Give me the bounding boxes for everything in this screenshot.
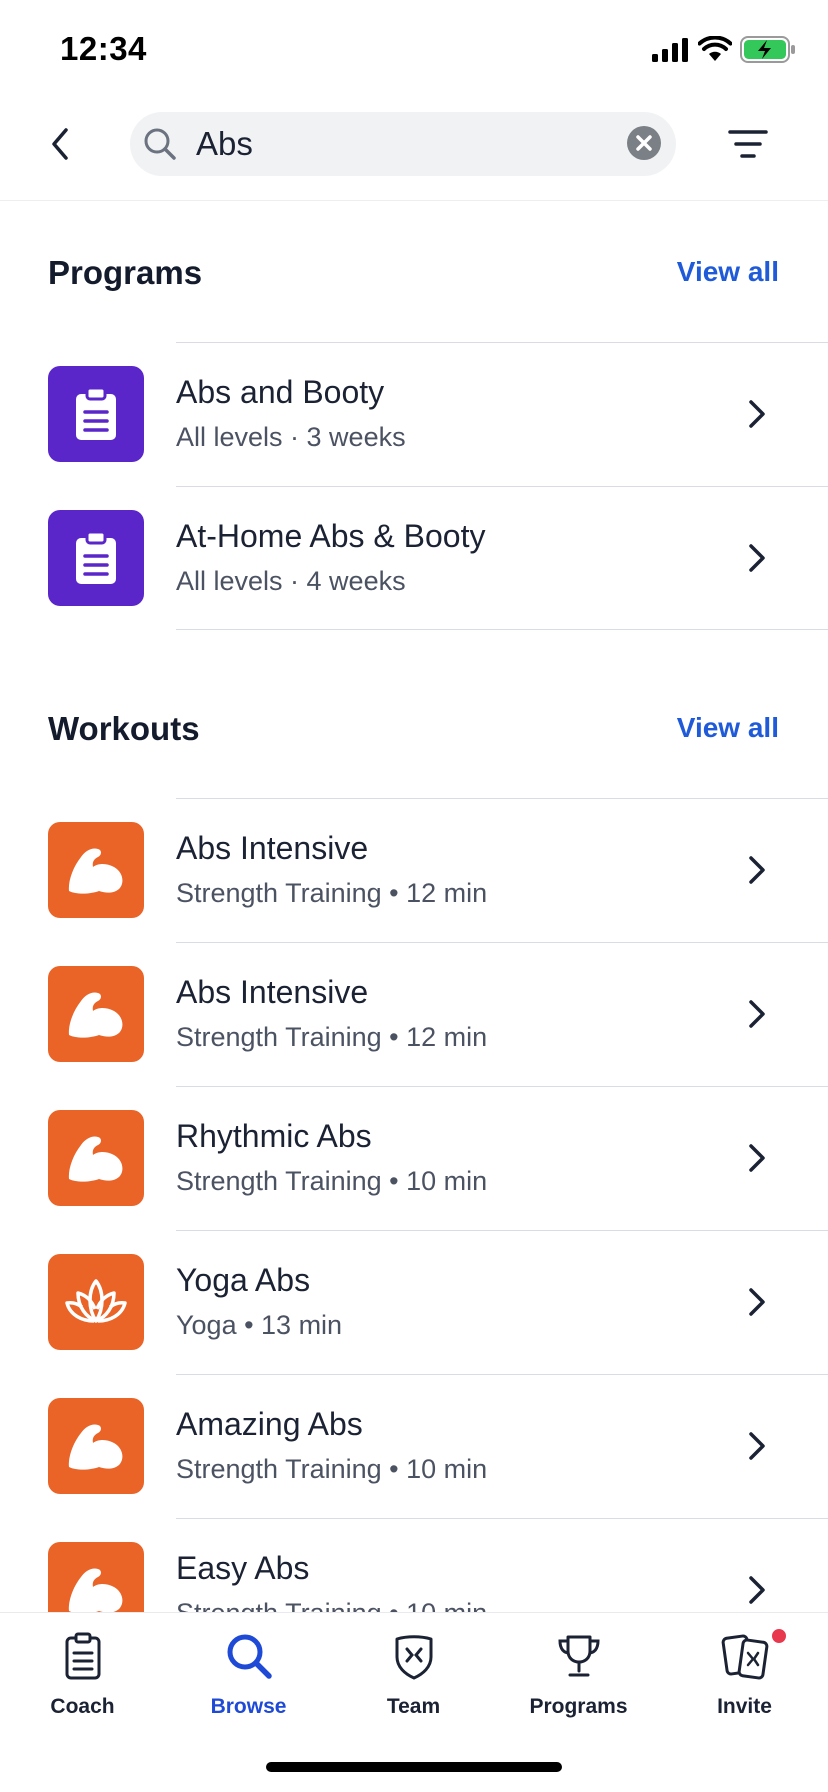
back-button[interactable] — [42, 122, 82, 166]
workouts-section-header: Workouts View all — [0, 700, 828, 760]
tab-programs[interactable]: Programs — [496, 1613, 661, 1733]
muscle-icon — [68, 1136, 123, 1182]
list-item[interactable]: Abs and Booty All levels · 3 weeks — [0, 342, 828, 486]
list-item[interactable]: Rhythmic Abs Strength Training • 10 min — [0, 1086, 828, 1230]
programs-list: Abs and Booty All levels · 3 weeks At-Ho… — [0, 342, 828, 630]
tab-label: Coach — [50, 1695, 115, 1718]
tab-invite[interactable]: Invite — [662, 1613, 827, 1733]
chevron-right-icon — [749, 544, 765, 572]
workouts-view-all-link[interactable]: View all — [677, 712, 779, 744]
workout-subtitle: Strength Training • 10 min — [176, 1166, 488, 1196]
chevron-right-icon — [749, 1000, 765, 1028]
cellular-signal-icon — [652, 38, 688, 62]
home-indicator — [266, 1762, 562, 1772]
workouts-title: Workouts — [48, 710, 200, 747]
chevron-right-icon — [749, 856, 765, 884]
tab-team[interactable]: Team — [331, 1613, 496, 1733]
chevron-right-icon — [749, 1576, 765, 1604]
workout-subtitle: Strength Training • 12 min — [176, 878, 488, 908]
tab-label: Invite — [717, 1695, 772, 1718]
tab-browse[interactable]: Browse — [166, 1613, 331, 1733]
search-input[interactable]: Abs — [130, 112, 676, 176]
program-title: Abs and Booty — [176, 374, 385, 410]
chevron-right-icon — [749, 1432, 765, 1460]
program-thumbnail — [48, 366, 144, 462]
list-item[interactable]: Abs Intensive Strength Training • 12 min — [0, 942, 828, 1086]
workout-title: Abs Intensive — [176, 974, 369, 1010]
tab-label: Browse — [210, 1695, 287, 1718]
workout-title: Easy Abs — [176, 1550, 310, 1586]
list-item[interactable]: Abs Intensive Strength Training • 12 min — [0, 798, 828, 942]
program-title: At-Home Abs & Booty — [176, 518, 486, 554]
search-header: Abs — [0, 100, 828, 201]
chevron-right-icon — [749, 1288, 765, 1316]
list-item[interactable]: Amazing Abs Strength Training • 10 min — [0, 1374, 828, 1518]
search-icon — [144, 128, 176, 160]
notification-badge — [770, 1627, 788, 1645]
search-icon — [227, 1634, 272, 1679]
workout-thumbnail — [48, 1398, 144, 1494]
lotus-icon — [65, 1279, 127, 1323]
muscle-icon — [68, 848, 123, 894]
tab-label: Programs — [529, 1695, 628, 1718]
muscle-icon — [68, 1424, 123, 1470]
program-subtitle: All levels · 3 weeks — [176, 422, 406, 452]
status-bar: 12:34 — [0, 0, 828, 100]
workout-title: Abs Intensive — [176, 830, 369, 866]
workout-title: Amazing Abs — [176, 1406, 363, 1442]
workout-thumbnail — [48, 822, 144, 918]
chevron-right-icon — [749, 400, 765, 428]
workout-subtitle: Strength Training • 12 min — [176, 1022, 488, 1052]
workout-thumbnail — [48, 966, 144, 1062]
status-time: 12:34 — [60, 30, 147, 67]
clipboard-icon — [76, 386, 116, 440]
program-subtitle: All levels · 4 weeks — [176, 566, 406, 596]
list-item[interactable]: At-Home Abs & Booty All levels · 4 weeks — [0, 486, 828, 630]
clear-search-button[interactable] — [627, 126, 661, 160]
workouts-list: Abs Intensive Strength Training • 12 min… — [0, 798, 828, 1662]
muscle-icon — [68, 992, 123, 1038]
trophy-icon — [557, 1635, 600, 1677]
shield-icon — [395, 1635, 432, 1680]
programs-section-header: Programs View all — [0, 244, 828, 304]
invite-phones-icon — [721, 1634, 768, 1680]
workout-subtitle: Yoga • 13 min — [176, 1310, 343, 1340]
program-thumbnail — [48, 510, 144, 606]
clipboard-icon — [65, 1632, 100, 1680]
workout-thumbnail — [48, 1254, 144, 1350]
programs-title: Programs — [48, 254, 203, 291]
workout-thumbnail — [48, 1110, 144, 1206]
wifi-icon — [698, 36, 732, 61]
workout-subtitle: Strength Training • 10 min — [176, 1454, 488, 1484]
tab-label: Team — [386, 1695, 441, 1718]
battery-charging-icon — [740, 36, 795, 63]
filter-button[interactable] — [726, 126, 770, 162]
programs-view-all-link[interactable]: View all — [677, 256, 779, 288]
workout-title: Yoga Abs — [176, 1262, 311, 1298]
muscle-icon — [68, 1568, 123, 1614]
clipboard-icon — [76, 530, 116, 584]
tab-coach[interactable]: Coach — [0, 1613, 165, 1733]
search-query: Abs — [196, 125, 253, 162]
list-item[interactable]: Yoga Abs Yoga • 13 min — [0, 1230, 828, 1374]
chevron-right-icon — [749, 1144, 765, 1172]
workout-title: Rhythmic Abs — [176, 1118, 372, 1154]
